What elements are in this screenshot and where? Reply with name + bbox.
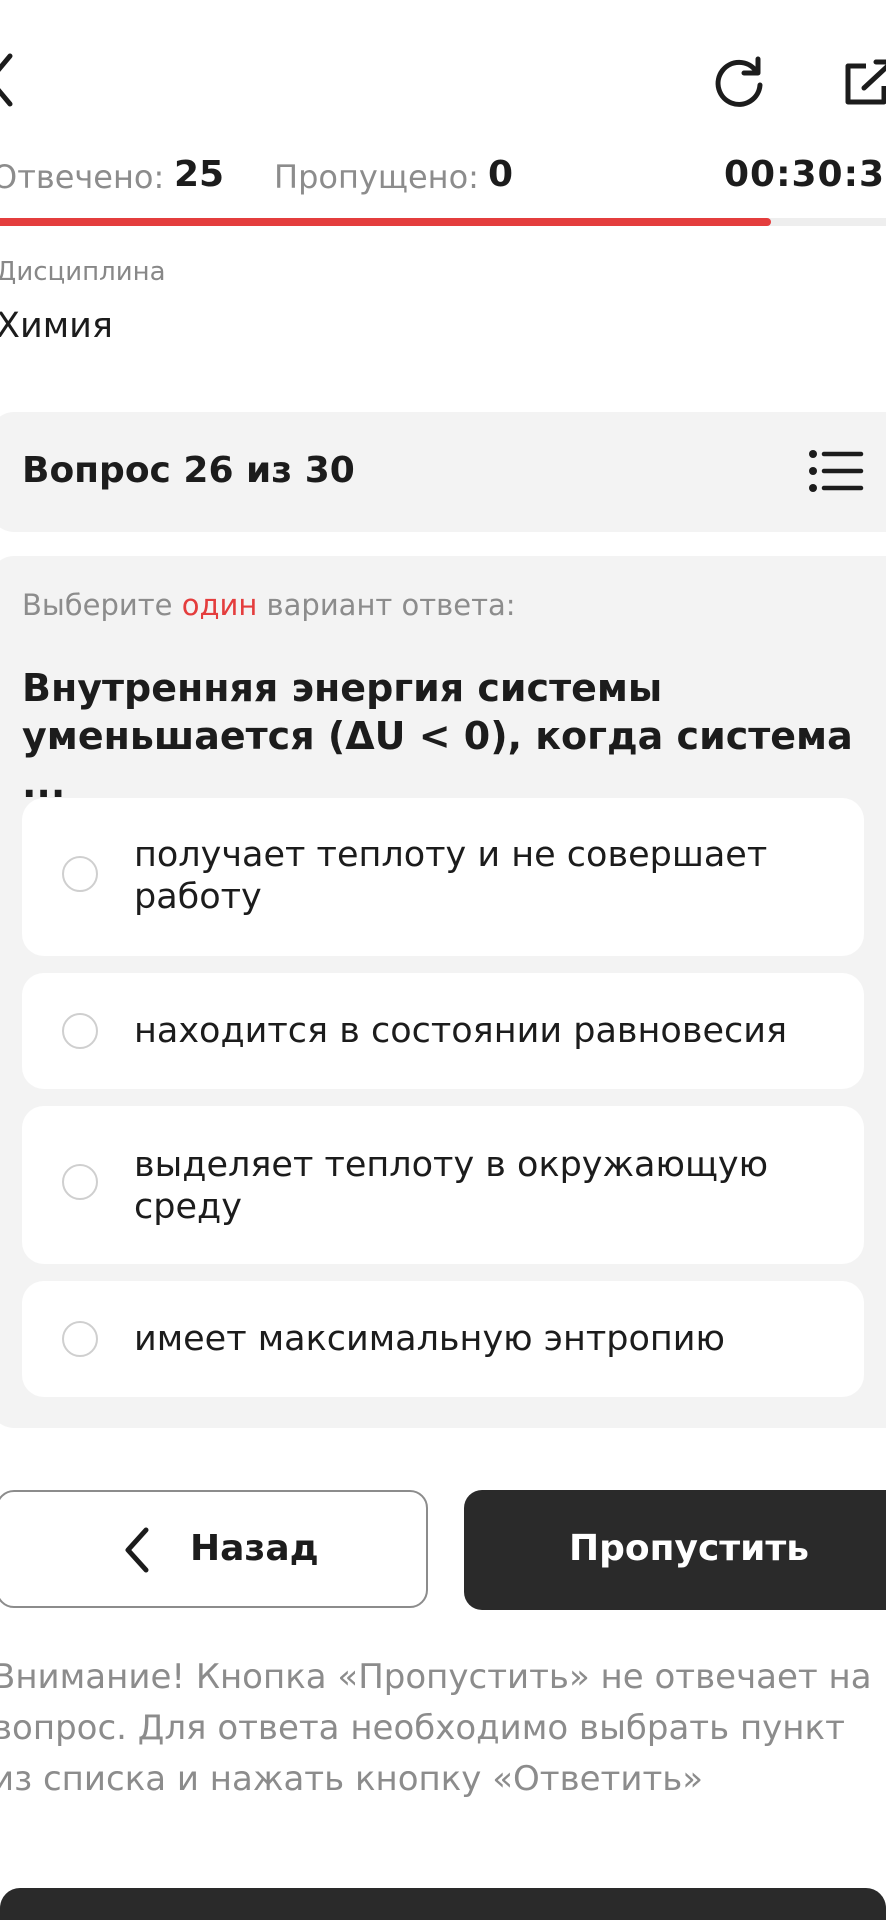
back-button-label: Назад xyxy=(190,1528,319,1569)
answer-option-label: имеет максимальную энтропию xyxy=(134,1319,725,1359)
back-icon[interactable] xyxy=(0,50,18,110)
back-button[interactable]: Назад xyxy=(0,1490,428,1608)
question-counter: Вопрос 26 из 30 xyxy=(22,450,355,491)
question-list-icon[interactable] xyxy=(808,448,864,494)
answer-option[interactable]: имеет максимальную энтропию xyxy=(22,1281,864,1397)
skip-button[interactable]: Пропустить xyxy=(464,1490,886,1610)
discipline-label: Дисциплина xyxy=(0,257,166,287)
radio-button[interactable] xyxy=(62,1321,98,1357)
radio-button[interactable] xyxy=(62,856,98,892)
timer: 00:30:33 xyxy=(724,154,886,195)
question-text: Внутренняя энергия системы уменьшается (… xyxy=(22,666,853,806)
answered-count: 25 xyxy=(174,154,225,195)
radio-button[interactable] xyxy=(62,1013,98,1049)
radio-button[interactable] xyxy=(62,1164,98,1200)
instruction-after: вариант ответа: xyxy=(257,588,516,622)
answered-label: Отвечено: xyxy=(0,158,165,196)
answer-option-label: получает теплоту и не совершает работу xyxy=(134,835,768,917)
answer-option-label: находится в состоянии равновесия xyxy=(134,1011,788,1051)
bottom-action-bar[interactable] xyxy=(0,1888,886,1920)
discipline-value: Химия xyxy=(0,306,113,346)
skipped-count: 0 xyxy=(488,154,514,195)
skip-button-label: Пропустить xyxy=(569,1528,810,1569)
reload-icon[interactable] xyxy=(712,55,768,111)
chevron-left-icon xyxy=(125,1527,149,1573)
answer-option[interactable]: получает теплоту и не совершает работу xyxy=(22,798,864,956)
progress-fill xyxy=(0,218,771,226)
skip-warning-note: Внимание! Кнопка «Пропустить» не отвечае… xyxy=(0,1657,872,1799)
instruction: Выберите один вариант ответа: xyxy=(22,588,516,622)
answer-option[interactable]: находится в состоянии равновесия xyxy=(22,973,864,1089)
skipped-label: Пропущено: xyxy=(274,158,479,196)
instruction-accent: один xyxy=(181,588,258,622)
answer-option[interactable]: выделяет теплоту в окружающую среду xyxy=(22,1106,864,1264)
external-link-icon[interactable] xyxy=(840,58,886,108)
instruction-before: Выберите xyxy=(22,588,182,622)
answer-option-label: выделяет теплоту в окружающую среду xyxy=(134,1145,769,1227)
